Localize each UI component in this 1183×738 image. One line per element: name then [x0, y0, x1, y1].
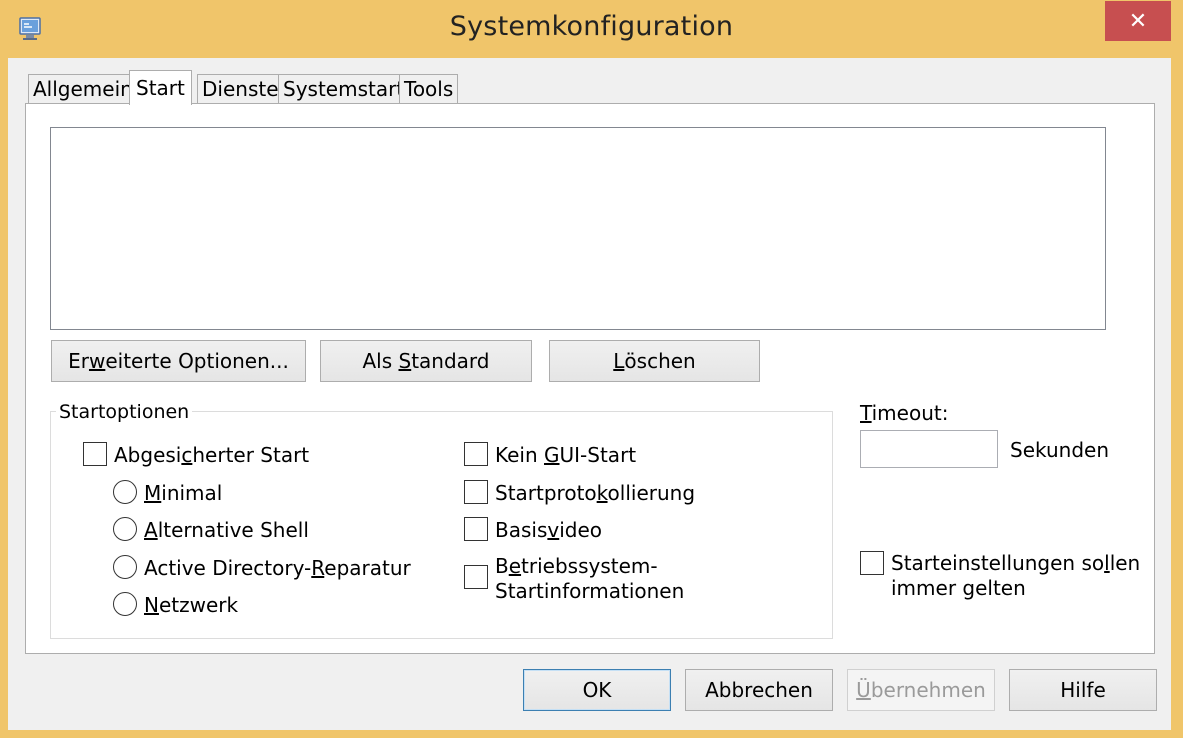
safe-boot-label[interactable]: Abgesicherter Start: [114, 443, 309, 467]
access-key: L: [613, 349, 625, 373]
close-icon: ✕: [1128, 8, 1148, 34]
access-key: k: [596, 481, 608, 505]
button-text: OK: [582, 678, 612, 702]
minimal-radio[interactable]: [113, 480, 137, 504]
label-text: Startproto: [495, 481, 597, 505]
access-key: N: [144, 593, 159, 617]
access-key: c: [181, 443, 193, 467]
network-radio[interactable]: [113, 592, 137, 616]
access-key: w: [88, 349, 106, 373]
tab-systemstart[interactable]: Systemstart: [278, 74, 410, 104]
access-key: T: [860, 401, 872, 425]
title-bar[interactable]: Systemkonfiguration ✕: [0, 0, 1183, 58]
cancel-button[interactable]: Abbrechen: [685, 669, 833, 711]
label-text: etzwerk: [158, 593, 239, 617]
no-gui-boot-label[interactable]: Kein GUI-Start: [495, 443, 636, 467]
button-text: Als: [362, 349, 399, 373]
label-text: Kein: [495, 443, 545, 467]
label-text: Startinformationen: [495, 579, 685, 603]
delete-button[interactable]: Löschen: [549, 340, 760, 382]
button-text: Abbrechen: [705, 678, 813, 702]
label-text: Active Directory-: [144, 556, 312, 580]
base-video-label[interactable]: Basisvideo: [495, 518, 602, 542]
set-default-button[interactable]: Als Standard: [320, 340, 532, 382]
ok-button[interactable]: OK: [523, 669, 671, 711]
boot-log-label[interactable]: Startprotokollierung: [495, 481, 695, 505]
label-text: Basis: [495, 518, 548, 542]
base-video-checkbox[interactable]: [464, 517, 488, 541]
label-text: Starteinstellungen so: [891, 551, 1105, 575]
label-text: len: [1109, 551, 1141, 575]
ad-repair-label[interactable]: Active Directory-Reparatur: [144, 556, 411, 580]
label-text: ideo: [559, 518, 603, 542]
tab-label: Systemstart: [283, 77, 405, 101]
os-boot-info-label[interactable]: Betriebssystem- Startinformationen: [495, 554, 684, 604]
make-permanent-label[interactable]: Starteinstellungen sollen immer gelten: [891, 551, 1140, 601]
access-key: G: [544, 443, 560, 467]
boot-log-checkbox[interactable]: [464, 480, 488, 504]
os-boot-info-checkbox[interactable]: [464, 565, 488, 589]
help-button[interactable]: Hilfe: [1009, 669, 1157, 711]
advanced-options-button[interactable]: Er w eiterte Optionen...: [51, 340, 306, 382]
label-text: herter Start: [192, 443, 310, 467]
access-key: Ü: [856, 678, 871, 702]
label-text: immer gelten: [891, 576, 1026, 600]
timeout-unit-label: Sekunden: [1010, 438, 1109, 462]
button-text: öschen: [624, 349, 696, 373]
button-text: eiterte Optionen...: [105, 349, 289, 373]
tab-start[interactable]: Start: [129, 70, 192, 105]
access-key: S: [398, 349, 412, 373]
button-text: tandard: [411, 349, 490, 373]
tab-dienste[interactable]: Dienste: [197, 74, 284, 104]
tab-allgemein[interactable]: Allgemein: [28, 74, 138, 104]
safe-boot-checkbox[interactable]: [83, 442, 107, 466]
access-key: e: [508, 554, 522, 578]
alternative-shell-label[interactable]: Alternative Shell: [144, 518, 309, 542]
startoptions-group-label: Startoptionen: [56, 401, 193, 423]
no-gui-boot-checkbox[interactable]: [464, 442, 488, 466]
button-text: Hilfe: [1060, 678, 1106, 702]
window-title: Systemkonfiguration: [449, 11, 734, 42]
label-text: B: [495, 554, 509, 578]
tab-tools[interactable]: Tools: [399, 74, 459, 104]
apply-button[interactable]: Übernehmen: [847, 669, 995, 711]
label-text: UI-Start: [559, 443, 637, 467]
timeout-label: Timeout:: [860, 401, 948, 425]
network-label[interactable]: Netzwerk: [144, 593, 238, 617]
label-text: Abgesi: [114, 443, 182, 467]
tab-label: Allgemein: [33, 77, 133, 101]
label-text: ollierung: [607, 481, 696, 505]
access-key: M: [144, 481, 162, 505]
access-key: A: [144, 518, 158, 542]
label-text: lternative Shell: [157, 518, 309, 542]
button-text: bernehmen: [870, 678, 986, 702]
label-text: triebssystem-: [521, 554, 658, 578]
timeout-input[interactable]: [860, 430, 998, 468]
label-text: eparatur: [324, 556, 411, 580]
alternative-shell-radio[interactable]: [113, 517, 137, 541]
close-button[interactable]: ✕: [1105, 1, 1171, 41]
ad-repair-radio[interactable]: [113, 555, 137, 579]
tab-label: Tools: [404, 77, 454, 101]
access-key: v: [547, 518, 560, 542]
make-permanent-checkbox[interactable]: [860, 551, 884, 575]
button-text: Er: [68, 349, 89, 373]
label-text: inimal: [161, 481, 223, 505]
tab-label: Start: [136, 76, 185, 100]
minimal-label[interactable]: Minimal: [144, 481, 222, 505]
boot-entries-list[interactable]: [50, 127, 1106, 330]
label-text: imeout:: [871, 401, 949, 425]
access-key: R: [311, 556, 325, 580]
tab-label: Dienste: [202, 77, 279, 101]
